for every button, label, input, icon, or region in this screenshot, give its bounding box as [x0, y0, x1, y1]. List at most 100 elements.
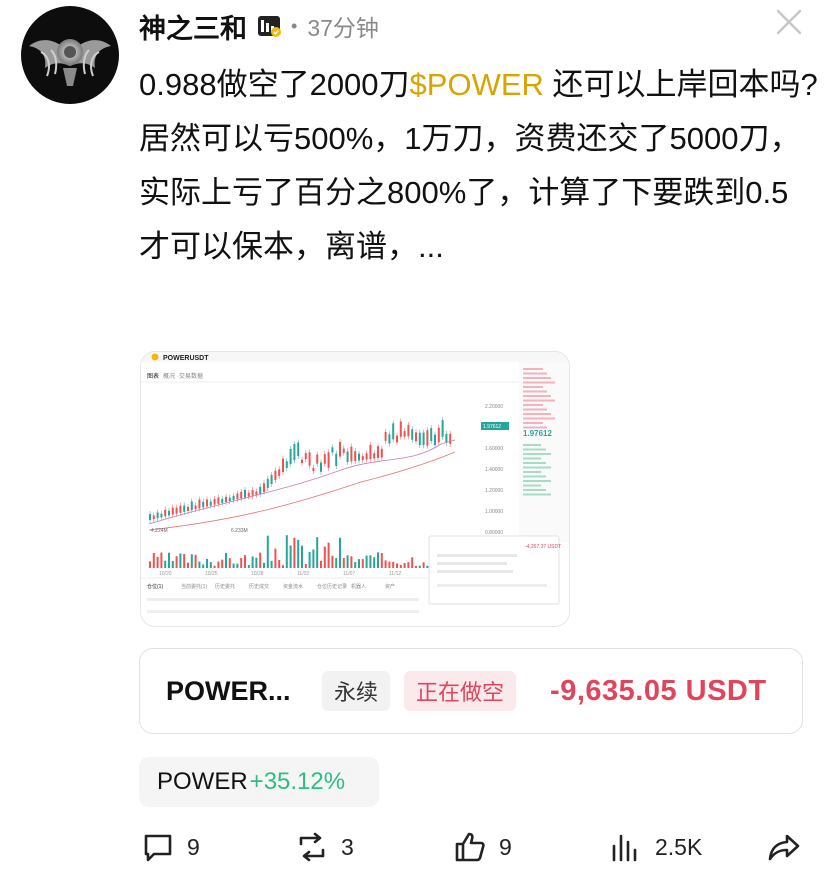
bottom-tab: 历史委托 [215, 583, 235, 590]
candle [213, 499, 216, 505]
bottom-tab: 资产 [385, 583, 395, 590]
candle [244, 489, 246, 498]
volume-bar [278, 560, 281, 568]
volume-bar [255, 557, 258, 568]
candle [403, 431, 406, 437]
volume-bar [392, 561, 395, 568]
candle [190, 501, 193, 511]
bid-row [523, 444, 541, 446]
chart-tab-2: 交易数据 [179, 372, 203, 380]
chart-symbol: POWERUSDT [163, 355, 209, 362]
candle [399, 421, 402, 437]
candle [377, 446, 379, 458]
volume-bar [282, 565, 284, 568]
volume-bar [251, 556, 254, 568]
volume-bar [304, 563, 307, 568]
attached-chart-image[interactable]: POWERUSDT 图表 概况 交易数据 2.200001.800001.600… [141, 352, 569, 626]
cashtag-link[interactable]: $POWER [410, 67, 544, 102]
volume-bar [426, 565, 429, 568]
volume-bar [274, 548, 277, 568]
comment-count: 9 [187, 833, 200, 860]
candle [449, 433, 452, 444]
comment-button[interactable]: 9 [141, 830, 200, 864]
candle [308, 452, 311, 466]
candle [350, 446, 353, 462]
candle [312, 468, 315, 472]
volume-bar [365, 555, 368, 568]
volume-bar [225, 552, 227, 568]
date-label: 10/20 [159, 571, 172, 577]
volume-bar [407, 562, 410, 568]
candle [259, 486, 262, 494]
like-count: 9 [499, 833, 512, 860]
bid-row [523, 480, 551, 482]
position-symbol: POWER... [166, 675, 291, 706]
price-axis-label: 1.20000 [485, 488, 503, 494]
candle [240, 491, 243, 499]
post-actions: 9 3 9 2.5K [139, 830, 809, 876]
chart-tab-1: 概况 [163, 372, 175, 380]
candle [263, 483, 265, 492]
share-arrow-icon [768, 834, 800, 861]
post-timestamp: 37分钟 [307, 15, 379, 41]
volume-bar [373, 557, 376, 568]
volume-bar [415, 565, 417, 568]
ask-row [523, 417, 555, 420]
candle [209, 501, 212, 506]
volume-bar [403, 563, 406, 568]
date-label: 10/25 [205, 571, 218, 577]
bid-row [523, 448, 546, 451]
candle [346, 451, 349, 462]
candle [415, 432, 417, 442]
volume-bar [346, 555, 349, 568]
username[interactable]: 神之三和 [139, 7, 247, 46]
candle [380, 448, 383, 458]
repost-button[interactable]: 3 [295, 830, 354, 864]
post-body: 0.988做空了2000刀$POWER 还可以上岸回本吗? 居然可以亏500%，… [139, 58, 819, 274]
candle [198, 499, 201, 509]
candle [160, 513, 163, 518]
candle [392, 423, 395, 440]
volume-bar [358, 559, 360, 568]
price-axis-label: 0.80000 [485, 530, 503, 536]
volume-bar [316, 537, 319, 568]
close-icon[interactable] [775, 8, 803, 36]
candle [274, 470, 277, 480]
volume-bar [236, 563, 239, 568]
volume-bar [361, 559, 364, 568]
candle [156, 512, 159, 519]
bid-row [523, 466, 551, 469]
ask-row [523, 399, 555, 402]
orderbook-price: 1.97612 [523, 429, 552, 438]
ticker-chip[interactable]: POWER +35.12% [139, 757, 379, 807]
price-axis-label: 1.60000 [485, 446, 503, 452]
bottom-tab: 仓位(1) [147, 583, 163, 590]
views-button[interactable]: 2.5K [609, 830, 702, 864]
volume-bar [217, 561, 220, 568]
candle [304, 453, 307, 460]
volume-bar [342, 558, 345, 568]
volume-bar [266, 535, 269, 568]
bid-row [523, 471, 541, 473]
volume-bar [244, 555, 246, 568]
volume-bar [202, 564, 205, 568]
candle [232, 495, 235, 501]
bottom-tab: 仓位历史记录 [317, 583, 347, 590]
position-card[interactable]: POWER... 永续 正在做空 -9,635.05 USDT [139, 648, 803, 734]
candle [255, 491, 258, 495]
candle [441, 420, 444, 437]
volume-bar [206, 558, 208, 568]
candle [202, 501, 205, 508]
volume-bar [247, 565, 250, 568]
repost-count: 3 [341, 833, 354, 860]
candle [301, 459, 303, 464]
share-button[interactable] [767, 830, 801, 864]
avatar[interactable] [21, 6, 119, 104]
volume-bar [384, 560, 387, 568]
volume-bar [285, 535, 288, 568]
volume-bar [240, 558, 243, 568]
candle [422, 432, 425, 446]
price-axis-label: 1.40000 [485, 467, 503, 473]
like-button[interactable]: 9 [453, 830, 512, 864]
candle [335, 453, 338, 466]
